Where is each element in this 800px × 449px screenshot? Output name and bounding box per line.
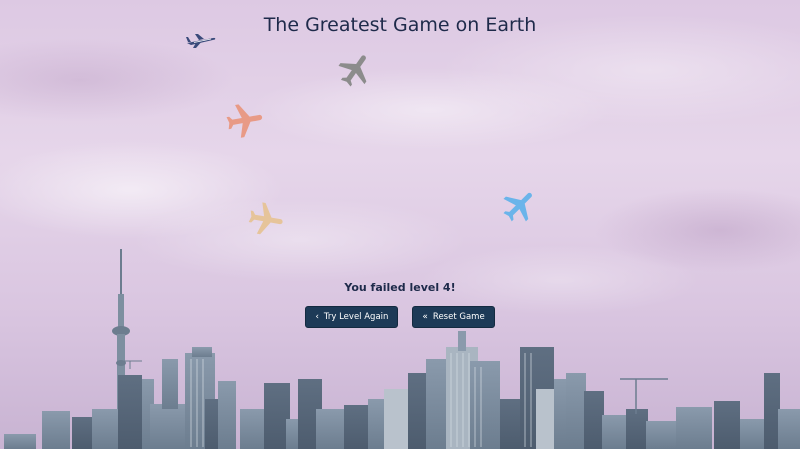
airplane-icon[interactable] <box>243 197 289 243</box>
game-title: The Greatest Game on Earth <box>263 14 537 36</box>
airplane-icon[interactable] <box>221 97 270 146</box>
airplane-icon[interactable] <box>492 178 549 235</box>
airplane-icon[interactable] <box>328 42 384 98</box>
game-scene: The Greatest Game on Earth You failed le… <box>0 0 800 449</box>
jet-airliner-icon[interactable] <box>185 30 217 50</box>
city-skyline <box>4 249 800 449</box>
